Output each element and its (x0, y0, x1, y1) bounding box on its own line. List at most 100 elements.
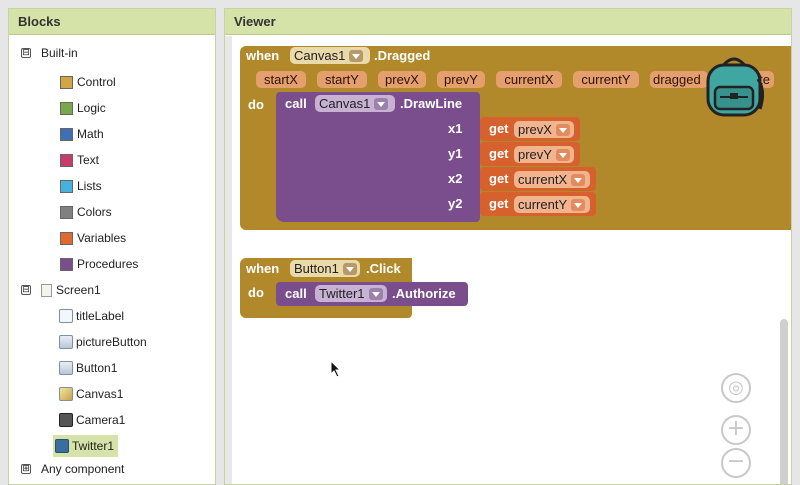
param-starty[interactable]: startY (317, 71, 367, 88)
collapse-icon[interactable]: ⊟ (21, 48, 31, 58)
collapse-icon[interactable]: ⊟ (21, 285, 31, 295)
when-label: when (246, 48, 280, 63)
tree-item-titlelabel[interactable]: titleLabel (59, 305, 124, 327)
procedures-swatch-icon (60, 257, 73, 271)
arg-y2-label: y2 (448, 196, 463, 211)
twitter1-dropdown-label: Twitter1 (319, 286, 365, 301)
tree-item-camera1[interactable]: Camera1 (59, 409, 125, 431)
tree-item-label: Text (77, 153, 100, 167)
chevron-down-icon (374, 97, 389, 110)
tree-item-procedures[interactable]: Procedures (60, 253, 138, 275)
chevron-down-icon (342, 262, 357, 275)
chevron-down-icon (349, 49, 364, 62)
param-prevy[interactable]: prevY (437, 71, 485, 88)
blocks-workspace[interactable]: when Canvas1 .Dragged startX startY prev… (225, 36, 791, 484)
tree-item-label: Math (77, 127, 104, 141)
viewer-panel: Viewer when Canvas1 .Dragged startX star… (224, 8, 792, 485)
drawline-call-block[interactable]: call Canvas1 .DrawLine x1 y1 x2 y2 (276, 92, 480, 222)
get-label: get (489, 146, 509, 161)
prevy-dropdown[interactable]: prevY (514, 146, 574, 163)
get-prevy-block[interactable]: get prevY (480, 142, 580, 166)
app-inventor-blocks-editor: Blocks ⊟ Built-in Control Logic Math Text Li… (0, 0, 800, 485)
canvas1-call-dropdown[interactable]: Canvas1 (315, 95, 395, 112)
screen1-label: Screen1 (56, 283, 101, 297)
any-component-label: Any component (41, 462, 125, 476)
logic-swatch-icon (60, 101, 73, 115)
prevx-dropdown-label: prevX (518, 122, 552, 137)
variables-swatch-icon (60, 231, 73, 245)
tree-item-twitter1[interactable]: Twitter1 (53, 435, 119, 457)
arg-y1-label: y1 (448, 146, 463, 161)
tree-item-variables[interactable]: Variables (60, 227, 126, 249)
blocks-panel: Blocks ⊟ Built-in Control Logic Math Text Li… (8, 8, 216, 485)
chevron-down-icon (368, 287, 383, 300)
built-in-label: Built-in (41, 46, 78, 60)
param-currentx[interactable]: currentX (496, 71, 562, 88)
tree-item-button1[interactable]: Button1 (59, 357, 117, 379)
tree-item-label: Canvas1 (76, 387, 124, 401)
tree-item-canvas1[interactable]: Canvas1 (59, 383, 123, 405)
mouse-cursor-icon (330, 360, 342, 378)
tree-item-built-in[interactable]: ⊟ Built-in (21, 42, 78, 64)
blocks-panel-header: Blocks (9, 9, 215, 35)
twitter-icon (55, 439, 69, 453)
tree-item-label: pictureButton (76, 335, 147, 349)
tree-item-picturebutton[interactable]: pictureButton (59, 331, 147, 353)
tree-item-label: Twitter1 (72, 439, 115, 453)
param-startx[interactable]: startX (256, 71, 306, 88)
currenty-dropdown-label: currentY (518, 197, 568, 212)
authorize-method-label: .Authorize (392, 286, 456, 301)
tree-item-math[interactable]: Math (60, 123, 104, 145)
button1-dropdown[interactable]: Button1 (290, 260, 360, 277)
get-currentx-block[interactable]: get currentX (480, 167, 596, 191)
get-currenty-block[interactable]: get currentY (480, 192, 596, 216)
zoom-in-icon[interactable]: + (721, 415, 751, 445)
twitter1-dropdown[interactable]: Twitter1 (315, 285, 387, 302)
do-label: do (248, 285, 264, 300)
get-prevx-block[interactable]: get prevX (480, 117, 580, 141)
param-currenty[interactable]: currentY (573, 71, 639, 88)
prevx-dropdown[interactable]: prevX (514, 121, 574, 138)
camera-icon (59, 413, 73, 427)
button-click-event-block[interactable]: when Button1 .Click do call Twitter1 .Au… (240, 258, 468, 318)
param-dragged[interactable]: dragged (650, 71, 708, 88)
tree-item-text[interactable]: Text (60, 149, 99, 171)
param-prevx[interactable]: prevX (378, 71, 426, 88)
viewer-panel-header: Viewer (225, 9, 791, 35)
tree-item-colors[interactable]: Colors (60, 201, 112, 223)
currentx-dropdown[interactable]: currentX (514, 171, 590, 188)
tree-item-label: Procedures (77, 257, 139, 271)
tree-item-logic[interactable]: Logic (60, 97, 106, 119)
tree-item-control[interactable]: Control (60, 71, 116, 93)
backpack-icon[interactable] (702, 53, 766, 119)
tree-item-label: Variables (77, 231, 127, 245)
chevron-down-icon (571, 173, 586, 186)
control-swatch-icon (60, 75, 73, 89)
get-label: get (489, 121, 509, 136)
button-icon (59, 361, 73, 375)
tree-item-label: Lists (77, 179, 102, 193)
tree-item-any-component[interactable]: ⊞ Any component (21, 458, 124, 480)
tree-item-screen1[interactable]: ⊟ Screen1 (21, 279, 101, 301)
chevron-down-icon (555, 123, 570, 136)
call-label: call (285, 286, 307, 301)
canvas1-dropdown[interactable]: Canvas1 (290, 47, 370, 64)
do-label: do (248, 97, 264, 112)
authorize-call-block[interactable]: call Twitter1 .Authorize (276, 282, 468, 306)
tree-item-lists[interactable]: Lists (60, 175, 102, 197)
zoom-out-icon[interactable]: − (721, 448, 751, 478)
canvas1-dropdown-label: Canvas1 (294, 48, 346, 63)
expand-icon[interactable]: ⊞ (21, 464, 31, 474)
tree-item-label: Control (77, 75, 116, 89)
math-swatch-icon (60, 127, 73, 141)
chevron-down-icon (571, 198, 586, 211)
chevron-down-icon (555, 148, 570, 161)
get-label: get (489, 171, 509, 186)
recenter-icon[interactable]: ◎ (721, 373, 751, 403)
screen-icon (41, 283, 52, 297)
arg-x2-label: x2 (448, 171, 463, 186)
currenty-dropdown[interactable]: currentY (514, 196, 590, 213)
tree-item-label: titleLabel (76, 309, 125, 323)
label-icon (59, 309, 73, 323)
vertical-scrollbar[interactable] (780, 319, 788, 484)
